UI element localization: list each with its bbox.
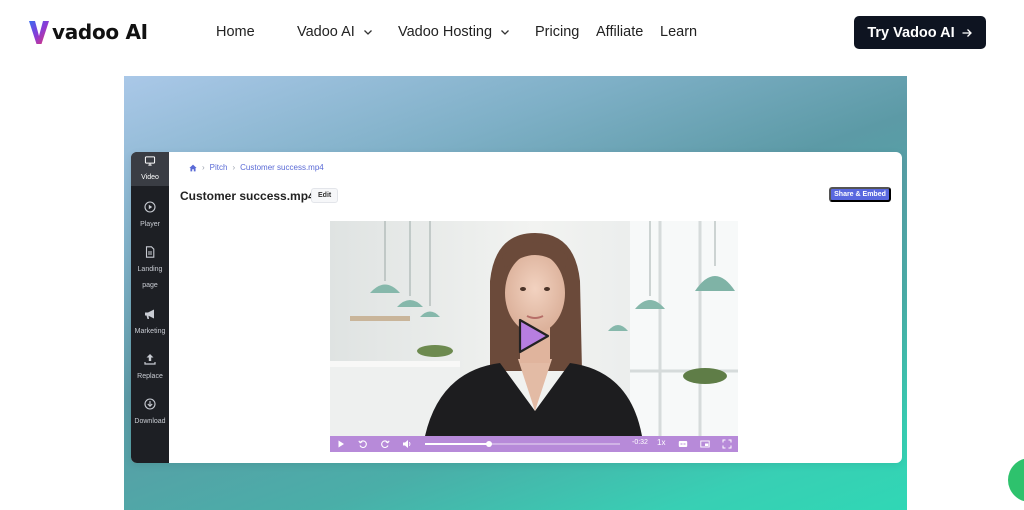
rewind-icon[interactable] [358, 439, 368, 449]
captions-icon[interactable] [678, 439, 688, 449]
sidebar-item-download[interactable]: Download [131, 398, 169, 430]
nav-vadoo-hosting-label: Vadoo Hosting [398, 24, 493, 40]
progress-fill [425, 443, 490, 445]
chat-widget-button[interactable] [1008, 458, 1024, 502]
nav-vadoo-ai-label: Vadoo AI [297, 24, 355, 40]
breadcrumb: › Pitch › Customer success.mp4 [189, 163, 324, 172]
sidebar-item-player[interactable]: Player [131, 201, 169, 233]
cta-label: Try Vadoo AI [867, 24, 955, 41]
home-icon[interactable] [189, 164, 197, 172]
logo[interactable]: vadoo AI [28, 17, 148, 47]
site-header: vadoo AI Home Vadoo AI Vadoo Hosting Pri… [0, 0, 1024, 66]
nav-pricing-label: Pricing [535, 24, 580, 40]
nav-home[interactable]: Home [216, 24, 255, 40]
nav-vadoo-hosting[interactable]: Vadoo Hosting [398, 24, 510, 40]
volume-icon[interactable] [402, 439, 412, 449]
monitor-icon [144, 156, 156, 166]
try-vadoo-ai-button[interactable]: Try Vadoo AI [854, 16, 986, 49]
share-embed-button[interactable]: Share & Embed [829, 187, 891, 202]
sidebar-item-label: Landing page [137, 266, 163, 289]
app-sidebar: Video Player Landing page Marketing Repl… [131, 152, 169, 463]
download-icon [144, 398, 156, 410]
sidebar-item-label: Download [134, 418, 166, 425]
progress-bar[interactable] [425, 441, 620, 447]
document-icon [145, 246, 155, 258]
sidebar-item-marketing[interactable]: Marketing [131, 308, 169, 340]
breadcrumb-pitch[interactable]: Pitch [210, 163, 228, 172]
chevron-down-icon [363, 30, 372, 35]
edit-button[interactable]: Edit [311, 188, 339, 203]
nav-affiliate[interactable]: Affiliate [596, 24, 643, 40]
video-player[interactable]: -0:32 1x [330, 221, 738, 452]
nav-learn-label: Learn [660, 24, 698, 40]
video-title: Customer success.mp4 [180, 189, 315, 203]
logo-text: vadoo AI [52, 20, 148, 44]
arrow-right-icon [962, 28, 972, 37]
nav-learn[interactable]: Learn [660, 24, 697, 40]
fullscreen-icon[interactable] [722, 439, 732, 449]
breadcrumb-separator: › [232, 163, 236, 172]
player-controls: -0:32 1x [330, 436, 738, 452]
nav-pricing[interactable]: Pricing [535, 24, 579, 40]
sidebar-item-label: Player [140, 221, 160, 228]
progress-handle[interactable] [486, 441, 493, 447]
forward-icon[interactable] [380, 439, 390, 449]
nav-vadoo-ai[interactable]: Vadoo AI [297, 24, 373, 40]
sidebar-item-video[interactable]: Video [131, 152, 169, 186]
app-preview: Video Player Landing page Marketing Repl… [131, 152, 902, 463]
sidebar-item-label: Replace [137, 373, 163, 380]
play-icon[interactable] [517, 318, 551, 354]
play-button[interactable] [336, 439, 346, 449]
vadoo-logo-icon [29, 21, 49, 44]
picture-in-picture-icon[interactable] [700, 439, 710, 449]
chevron-down-icon [501, 30, 510, 35]
nav-affiliate-label: Affiliate [596, 24, 644, 40]
nav-home-label: Home [216, 24, 255, 40]
megaphone-icon [145, 309, 154, 319]
sidebar-item-label: Marketing [134, 328, 166, 335]
breadcrumb-current[interactable]: Customer success.mp4 [240, 163, 324, 172]
breadcrumb-separator: › [202, 163, 205, 172]
sidebar-item-label: Video [141, 174, 159, 181]
sidebar-item-landing-page[interactable]: Landing page [131, 246, 169, 294]
play-circle-icon [144, 201, 156, 213]
time-remaining: -0:32 [632, 439, 648, 446]
sidebar-item-replace[interactable]: Replace [131, 353, 169, 385]
upload-icon [144, 354, 156, 365]
playback-speed[interactable]: 1x [657, 438, 665, 447]
